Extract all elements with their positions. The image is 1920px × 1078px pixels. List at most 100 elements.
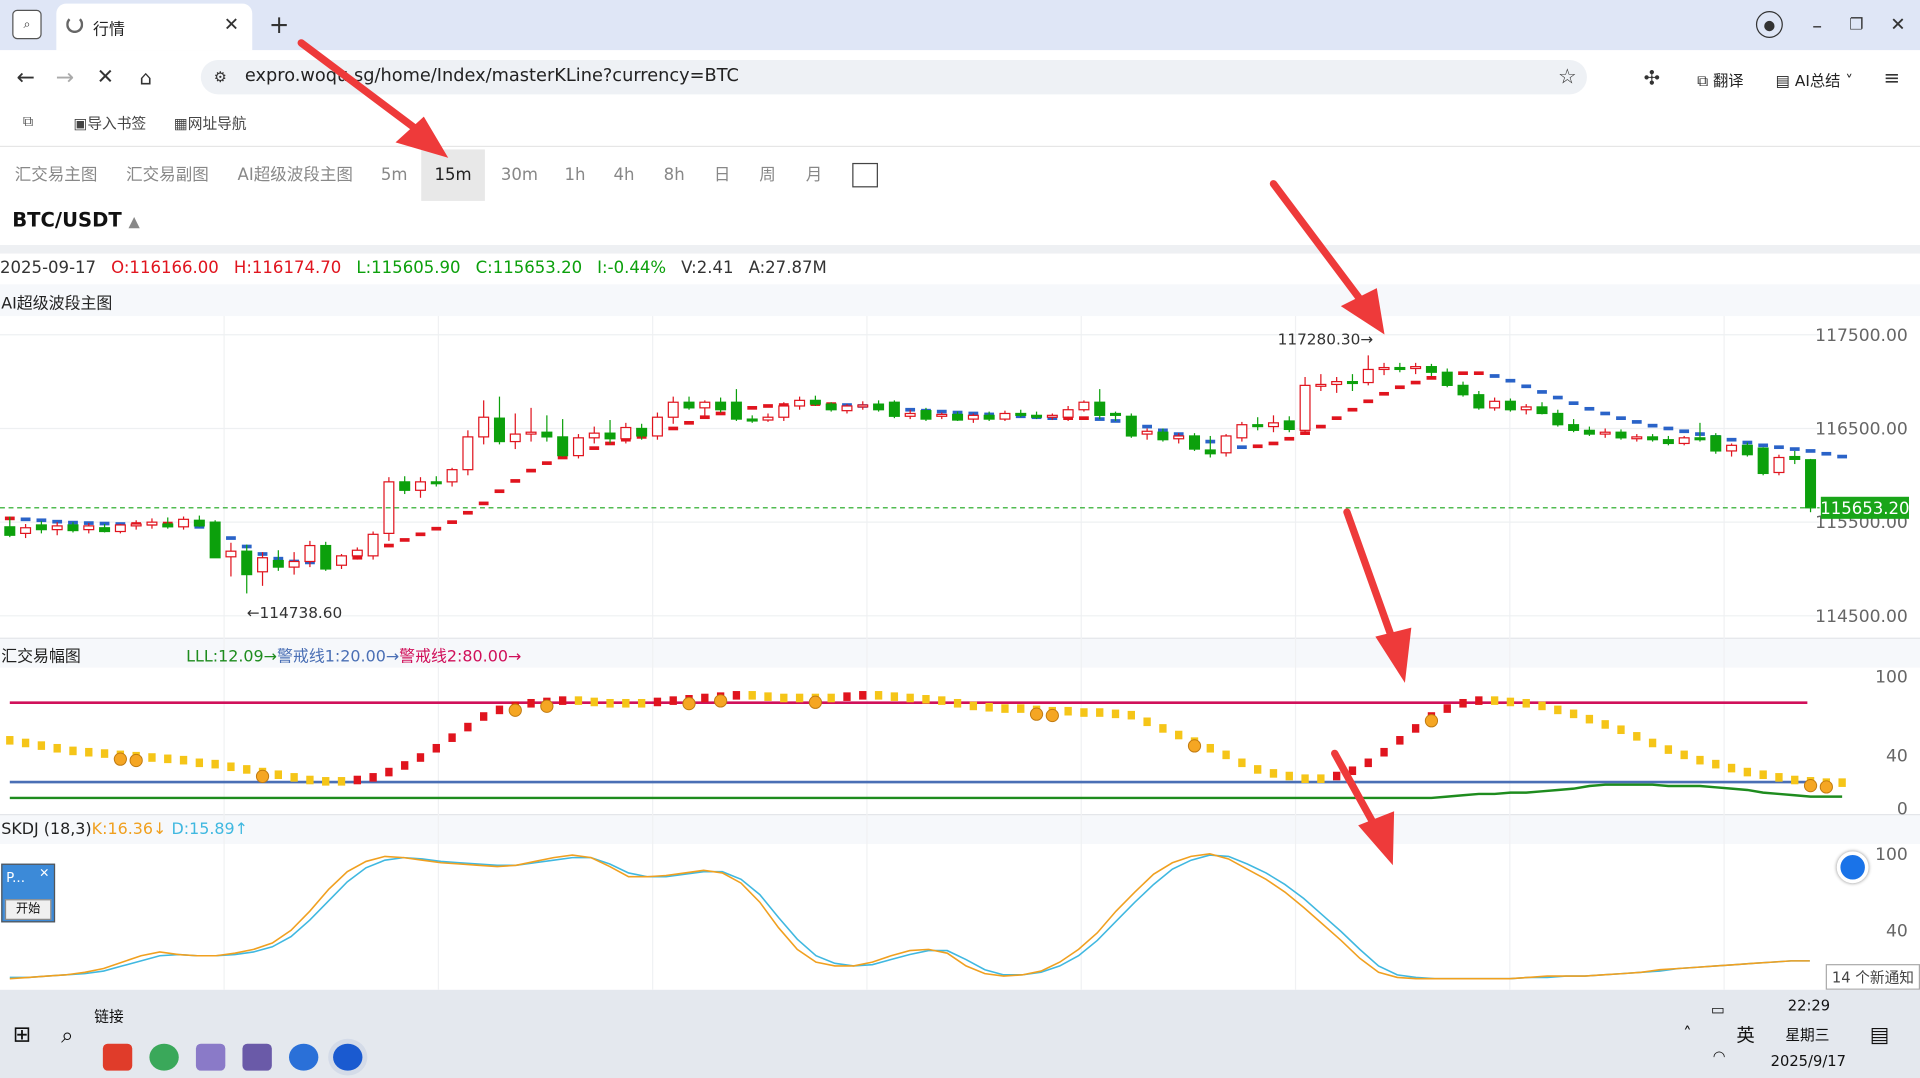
maximize-icon[interactable]: ❐	[1842, 10, 1871, 39]
oscillator-bar	[1143, 717, 1151, 727]
wps-app-icon[interactable]	[102, 1043, 133, 1071]
floating-assistant-icon[interactable]	[1836, 851, 1869, 884]
oscillator-bar	[1064, 706, 1072, 716]
home-icon[interactable]: ⌂	[130, 61, 162, 93]
extensions-icon[interactable]: ✣	[1638, 64, 1665, 91]
signal-face-icon	[540, 699, 554, 713]
oscillator-bar	[653, 697, 662, 707]
candle-body	[162, 523, 174, 528]
wifi-icon[interactable]: ◠	[1709, 1047, 1729, 1064]
tab-search-icon[interactable]: ⌕	[12, 9, 42, 40]
timeframe-5m[interactable]: 5m	[373, 149, 414, 200]
bookmark-nav[interactable]: ▦网址导航	[174, 113, 247, 134]
chevron-down-icon: ˅	[1840, 71, 1854, 90]
image-viewer-app-icon[interactable]	[195, 1043, 226, 1071]
candle-body	[1062, 409, 1074, 418]
oscillator-bar	[859, 691, 867, 700]
notification-center-icon[interactable]: ▤	[1866, 1022, 1893, 1049]
chart-type-sub[interactable]: 汇交易副图	[119, 149, 216, 200]
battery-icon[interactable]: ▭	[1707, 1001, 1729, 1018]
oscillator-bar	[1238, 758, 1246, 768]
forward-icon[interactable]: →	[49, 61, 81, 93]
menu-icon[interactable]: ≡	[1878, 64, 1905, 91]
legend-d: D:15.89↑	[171, 820, 248, 840]
oscillator-bar	[1601, 720, 1609, 729]
notification-badge[interactable]: 14 个新通知	[1825, 964, 1920, 990]
candle-body	[999, 412, 1011, 420]
ai-summary-button[interactable]: ▤ AI总结 ˅	[1776, 67, 1853, 90]
search-icon[interactable]: ⌕	[54, 1022, 81, 1049]
low-marker: ←114738.60	[247, 604, 343, 622]
stop-loading-icon[interactable]: ✕	[89, 61, 121, 93]
oscillator-bar	[827, 693, 835, 703]
signal-face-icon	[1187, 739, 1202, 753]
edge-app-icon[interactable]	[149, 1043, 179, 1071]
candle-body	[1694, 437, 1706, 441]
oscillator-bar	[85, 747, 93, 757]
oscillator-bar	[922, 695, 930, 704]
candle-body	[399, 481, 411, 491]
candle-body	[1457, 384, 1469, 396]
profile-icon[interactable]: ●	[1755, 11, 1783, 38]
signal-face-icon	[1029, 707, 1044, 721]
timeframe-week[interactable]: 周	[752, 149, 783, 200]
timeframe-15m[interactable]: 15m	[421, 149, 485, 201]
bookmark-import[interactable]: ▣导入书签	[73, 113, 146, 134]
candle-body	[1157, 431, 1169, 441]
oscillator-bar	[1348, 766, 1357, 776]
timeframe-8h[interactable]: 8h	[656, 149, 692, 200]
browser-app-icon[interactable]	[288, 1043, 319, 1071]
close-window-icon[interactable]: ✕	[1883, 10, 1912, 39]
candle-body	[557, 436, 569, 457]
url-text[interactable]: expro.woqu.sg/home/Index/masterKLine?cur…	[245, 66, 739, 86]
oscillator-bar	[274, 770, 283, 780]
browser-tab[interactable]: 行情 ✕	[56, 3, 253, 51]
tray-chevron-icon[interactable]: ˄	[1678, 1024, 1698, 1044]
chart-type-ai-wave[interactable]: AI超级波段主图	[230, 149, 360, 200]
site-settings-icon[interactable]: ⚙	[211, 67, 231, 87]
oscillator-bar	[195, 758, 204, 768]
signal-face-icon	[113, 752, 127, 766]
active-browser-app-icon[interactable]	[333, 1043, 363, 1071]
oscillator-bar	[1522, 698, 1530, 708]
popup-start-button[interactable]: 开始	[4, 899, 52, 920]
clock-date[interactable]: 2025/9/17	[1771, 1052, 1846, 1069]
floating-popup[interactable]: P... ✕ 开始	[1, 863, 56, 923]
oscillator-bar	[906, 693, 914, 703]
media-app-icon[interactable]	[242, 1043, 272, 1071]
timeframe-1h[interactable]: 1h	[557, 149, 593, 200]
oscillator-bar	[416, 753, 425, 762]
back-icon[interactable]: ←	[10, 61, 42, 93]
timeframe-30m[interactable]: 30m	[493, 149, 545, 200]
oscillator-bar	[1301, 774, 1309, 783]
candle-body	[1805, 459, 1817, 509]
oscillator-bar	[764, 692, 772, 701]
signal-face-icon	[808, 695, 823, 709]
pair-title[interactable]: BTC/USDT ▲	[12, 208, 140, 231]
translate-button[interactable]: ⧉ 翻译	[1697, 67, 1743, 90]
taskbar-links-label[interactable]: 链接	[94, 1006, 123, 1027]
chart-type-main[interactable]: 汇交易主图	[7, 149, 104, 200]
address-bar[interactable]: ⚙ expro.woqu.sg/home/Index/masterKLine?c…	[200, 60, 1587, 95]
signal-face-icon	[1819, 780, 1833, 794]
kline-chart[interactable]: 117500.00116500.00115500.00114500.001156…	[0, 284, 1920, 990]
candle-body	[1536, 406, 1548, 415]
popup-close-icon[interactable]: ✕	[39, 867, 49, 880]
clock-weekday[interactable]: 星期三	[1785, 1024, 1829, 1045]
fullscreen-toggle[interactable]	[852, 162, 878, 188]
ime-indicator[interactable]: 英	[1736, 1022, 1754, 1048]
close-tab-icon[interactable]: ✕	[220, 13, 242, 35]
tab-group-icon[interactable]: ⧉	[17, 110, 39, 132]
windows-start-icon[interactable]: ⊞	[10, 1021, 34, 1047]
clock-time[interactable]: 22:29	[1788, 997, 1830, 1014]
candle-body	[1741, 444, 1753, 456]
candle-body	[178, 518, 190, 528]
new-tab-icon[interactable]: +	[264, 10, 293, 39]
bookmark-star-icon[interactable]: ☆	[1555, 65, 1579, 90]
candle-body	[1789, 455, 1801, 460]
oscillator-bar	[1791, 775, 1799, 785]
timeframe-day[interactable]: 日	[707, 149, 738, 200]
minimize-icon[interactable]: –	[1802, 10, 1831, 39]
timeframe-month[interactable]: 月	[798, 149, 829, 200]
timeframe-4h[interactable]: 4h	[606, 149, 642, 200]
